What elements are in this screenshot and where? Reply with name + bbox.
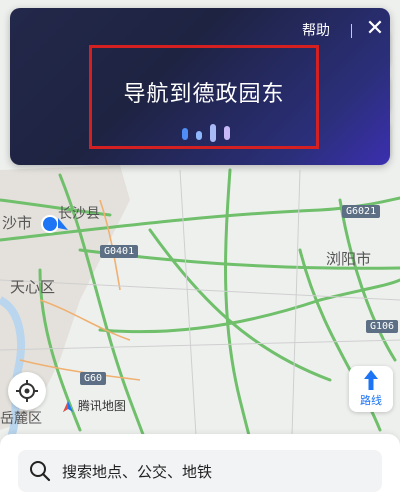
route-button[interactable]: 路线 bbox=[349, 366, 393, 412]
help-link[interactable]: 帮助 bbox=[302, 20, 330, 40]
map-label-changsha-county: 长沙县 bbox=[58, 206, 100, 222]
crosshair-icon bbox=[16, 380, 38, 402]
voice-assistant-panel: 帮助 ✕ 导航到德政园东 bbox=[10, 8, 390, 165]
map-watermark: 腾讯地图 bbox=[62, 397, 126, 414]
bottom-sheet: 搜索地点、公交、地铁 bbox=[0, 434, 400, 502]
wave-bar bbox=[196, 131, 202, 140]
divider bbox=[351, 24, 352, 38]
search-input[interactable]: 搜索地点、公交、地铁 bbox=[18, 450, 382, 492]
map-label-liuyang: 浏阳市 bbox=[326, 250, 372, 268]
voice-wave-icon bbox=[182, 124, 230, 144]
road-badge-g6021: G6021 bbox=[342, 205, 381, 218]
locate-button[interactable] bbox=[8, 372, 46, 410]
wave-bar bbox=[210, 124, 216, 142]
route-label: 路线 bbox=[360, 394, 382, 407]
road-badge-g0401: G0401 bbox=[100, 245, 139, 258]
road-badge-g60: G60 bbox=[80, 372, 107, 385]
road-badge-g106: G106 bbox=[366, 320, 399, 333]
route-arrow-icon bbox=[364, 370, 378, 390]
search-placeholder: 搜索地点、公交、地铁 bbox=[62, 463, 213, 481]
tencent-map-logo-icon bbox=[63, 400, 73, 412]
watermark-text: 腾讯地图 bbox=[77, 399, 126, 413]
wave-bar bbox=[224, 126, 230, 140]
map-label-yuelu: 岳麓区 bbox=[0, 411, 42, 427]
voice-command-text: 导航到德政园东 bbox=[123, 82, 285, 107]
search-icon bbox=[30, 461, 51, 482]
map-label-tianxin: 天心区 bbox=[10, 278, 56, 296]
map-label-changsha-city: 沙市 bbox=[2, 214, 33, 232]
close-icon[interactable]: ✕ bbox=[362, 16, 388, 42]
wave-bar bbox=[182, 128, 188, 140]
highlight-box: 导航到德政园东 bbox=[89, 45, 319, 149]
